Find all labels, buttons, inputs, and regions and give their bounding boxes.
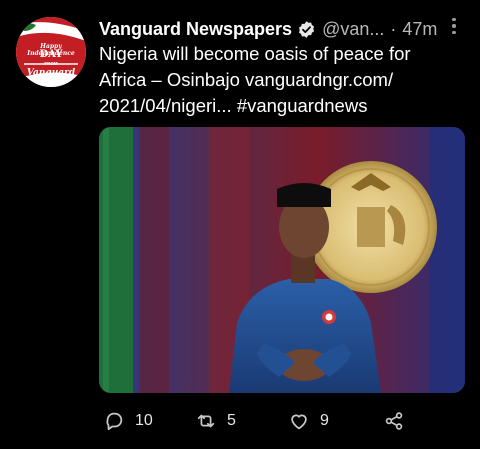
tweet[interactable]: Happy Independence DAY FROM Vanguard Van… <box>0 0 480 449</box>
tweet-text-line[interactable]: Africa – Osinbajo vanguardngr.com/ <box>99 67 469 93</box>
heart-icon <box>291 414 307 430</box>
display-name[interactable]: Vanguard Newspapers <box>99 19 292 40</box>
reply-count: 10 <box>135 412 153 429</box>
separator: · <box>390 18 397 39</box>
like-button[interactable]: 9 <box>288 408 329 434</box>
avatar[interactable]: Happy Independence DAY FROM Vanguard <box>16 17 86 87</box>
tweet-text-line: Nigeria will become oasis of peace for <box>99 43 411 64</box>
like-count: 9 <box>320 412 329 429</box>
more-options-icon[interactable] <box>448 15 460 39</box>
verified-badge-icon <box>297 20 316 39</box>
tweet-text-line[interactable]: 2021/04/nigeri... #vanguardnews <box>99 93 469 119</box>
tweet-media-image[interactable] <box>99 127 465 393</box>
retweet-icon <box>197 414 215 428</box>
action-bar: 10 5 9 <box>0 393 480 449</box>
reply-button[interactable]: 10 <box>103 408 153 434</box>
retweet-button[interactable]: 5 <box>195 408 236 434</box>
tweet-header: Vanguard Newspapers @van... · 47m <box>99 17 437 41</box>
share-button[interactable] <box>383 408 405 434</box>
timestamp[interactable]: 47m <box>402 19 437 40</box>
avatar-day: DAY <box>39 49 63 60</box>
handle[interactable]: @van... <box>322 19 384 40</box>
retweet-count: 5 <box>227 412 236 429</box>
reply-icon <box>106 412 123 431</box>
tweet-text: Nigeria will become oasis of peace for A… <box>99 41 469 119</box>
avatar-from: FROM <box>44 61 58 66</box>
share-icon <box>385 412 403 430</box>
avatar-brand: Vanguard <box>26 68 76 78</box>
